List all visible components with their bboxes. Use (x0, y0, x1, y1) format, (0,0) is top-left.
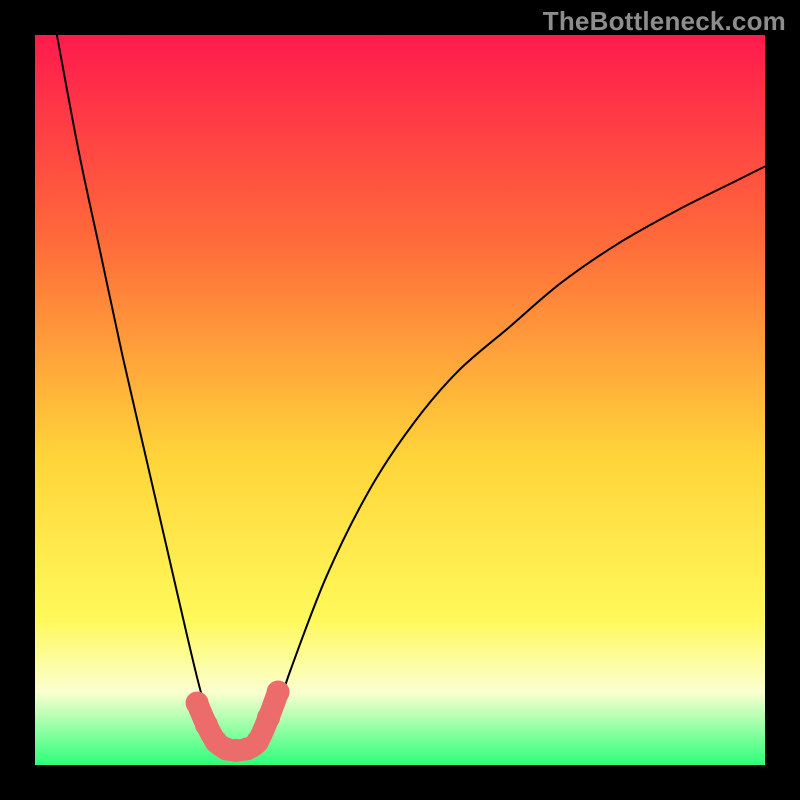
highlight-dot (246, 730, 269, 753)
chart-frame: TheBottleneck.com (0, 0, 800, 800)
highlight-dot (186, 691, 209, 714)
plot-area (35, 35, 765, 765)
watermark-text: TheBottleneck.com (543, 6, 786, 37)
highlight-dot (257, 706, 280, 729)
gradient-background (35, 35, 765, 765)
plot-svg (35, 35, 765, 765)
highlight-dot (267, 681, 290, 704)
